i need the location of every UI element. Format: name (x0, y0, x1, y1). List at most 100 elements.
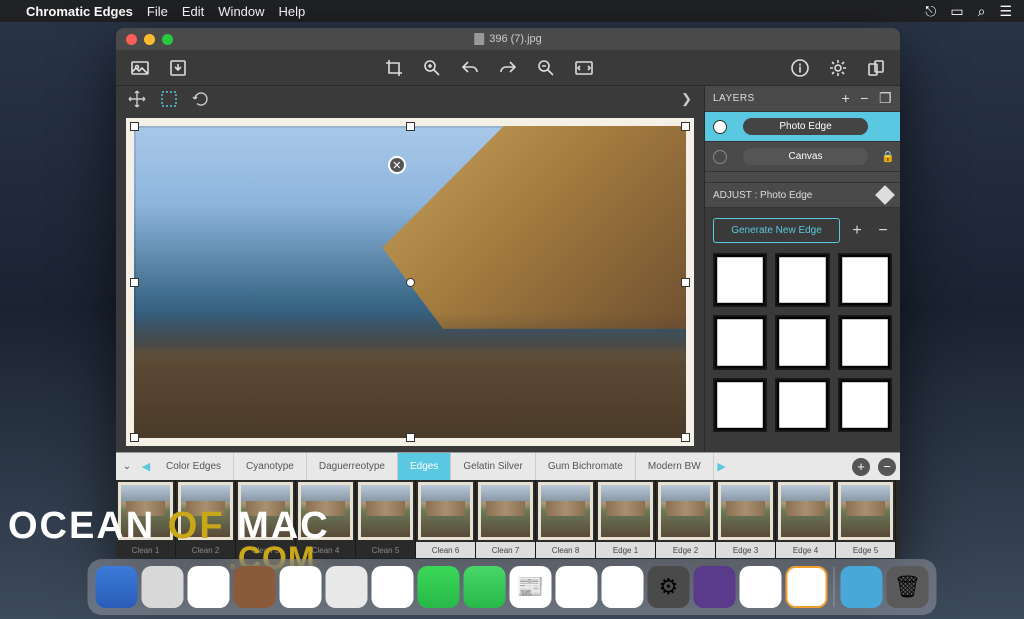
dock-home-icon[interactable] (602, 566, 644, 608)
search-icon[interactable]: ⌕ (978, 3, 986, 20)
edge-preset[interactable] (775, 315, 829, 369)
filter-tab-active[interactable]: Edges (398, 453, 451, 480)
dock-app-icon[interactable] (694, 566, 736, 608)
add-layer-icon[interactable]: + (842, 90, 851, 107)
delete-selection-icon[interactable]: ✕ (388, 156, 406, 174)
dock-settings-icon[interactable]: ⚙ (648, 566, 690, 608)
filter-tab[interactable]: Daguerreotype (307, 453, 398, 480)
dock-news-icon[interactable]: 📰 (510, 566, 552, 608)
layer-row-photo-edge[interactable]: Photo Edge (705, 112, 900, 142)
preset-thumbnail[interactable]: Edge 2 (656, 480, 716, 558)
preset-thumbnail[interactable]: Clean 6 (416, 480, 476, 558)
status-icon[interactable]: ⎋ (925, 3, 936, 20)
fullscreen-window-button[interactable] (162, 34, 173, 45)
display-icon[interactable]: ▭ (950, 3, 963, 20)
edge-preset[interactable] (713, 315, 767, 369)
duplicate-layer-icon[interactable]: ❐ (879, 90, 892, 107)
edge-plus-icon[interactable]: + (848, 222, 866, 240)
resize-handle[interactable] (681, 122, 690, 131)
settings-icon[interactable] (828, 58, 848, 78)
resize-handle[interactable] (406, 433, 415, 442)
dock-trash-icon[interactable]: 🗑 (887, 566, 929, 608)
resize-handle[interactable] (130, 278, 139, 287)
edge-preset[interactable] (775, 253, 829, 307)
preset-thumbnail[interactable]: Edge 3 (716, 480, 776, 558)
edge-preset[interactable] (838, 253, 892, 307)
resize-handle[interactable] (681, 278, 690, 287)
center-handle[interactable] (406, 278, 415, 287)
layer-lock-icon[interactable]: 🔒 (876, 150, 900, 163)
resize-handle[interactable] (130, 433, 139, 442)
adjust-options-icon[interactable] (875, 185, 895, 205)
dock-siri-icon[interactable] (142, 566, 184, 608)
move-tool-icon[interactable] (128, 90, 146, 108)
layer-visibility-icon[interactable] (705, 150, 735, 164)
dock-reminders-icon[interactable] (326, 566, 368, 608)
edge-preset[interactable] (838, 378, 892, 432)
preset-thumbnail[interactable]: Clean 8 (536, 480, 596, 558)
window-titlebar[interactable]: 396 (7).jpg (116, 28, 900, 50)
preset-thumbnail[interactable]: Clean 5 (356, 480, 416, 558)
dock-app-icon[interactable] (740, 566, 782, 608)
dock-safari-icon[interactable] (372, 566, 414, 608)
dock-facetime-icon[interactable] (464, 566, 506, 608)
resize-handle[interactable] (406, 122, 415, 131)
undo-icon[interactable] (460, 58, 480, 78)
filter-tab[interactable]: Modern BW (636, 453, 714, 480)
close-window-button[interactable] (126, 34, 137, 45)
photo-preview[interactable]: ✕ (126, 118, 694, 446)
edge-preset[interactable] (713, 253, 767, 307)
fit-screen-icon[interactable] (574, 58, 594, 78)
menu-file[interactable]: File (147, 4, 168, 19)
layer-visibility-icon[interactable] (705, 120, 735, 134)
select-tool-icon[interactable] (160, 90, 178, 108)
dock-calendar-icon[interactable] (280, 566, 322, 608)
scroll-right-icon[interactable]: ▶ (714, 460, 730, 473)
preset-thumbnail[interactable]: Edge 1 (596, 480, 656, 558)
thumb-zoom-out-icon[interactable]: − (878, 458, 896, 476)
open-image-icon[interactable] (130, 58, 150, 78)
filter-tab[interactable]: Color Edges (154, 453, 234, 480)
panel-collapse-icon[interactable]: ❯ (681, 91, 692, 107)
edge-preset[interactable] (775, 378, 829, 432)
cards-icon[interactable] (866, 58, 886, 78)
generate-edge-button[interactable]: Generate New Edge (713, 218, 840, 243)
canvas-area[interactable]: ✕ (116, 112, 704, 452)
crop-icon[interactable] (384, 58, 404, 78)
remove-layer-icon[interactable]: − (860, 90, 869, 107)
filter-tab[interactable]: Cyanotype (234, 453, 307, 480)
info-icon[interactable] (790, 58, 810, 78)
thumb-zoom-in-icon[interactable]: + (852, 458, 870, 476)
preset-thumbnail[interactable]: Edge 5 (836, 480, 896, 558)
filter-tab[interactable]: Gelatin Silver (451, 453, 535, 480)
category-dropdown-icon[interactable]: ⌄ (116, 461, 138, 472)
edge-preset[interactable] (838, 315, 892, 369)
dock-messages-icon[interactable] (418, 566, 460, 608)
dock-app-icon[interactable] (188, 566, 230, 608)
dock-contacts-icon[interactable] (234, 566, 276, 608)
zoom-in-icon[interactable] (422, 58, 442, 78)
menu-edit[interactable]: Edit (182, 4, 204, 19)
zoom-out-icon[interactable] (536, 58, 556, 78)
redo-icon[interactable] (498, 58, 518, 78)
layer-row-canvas[interactable]: Canvas 🔒 (705, 142, 900, 172)
preset-thumbnail[interactable]: Edge 4 (776, 480, 836, 558)
dock-appstore-icon[interactable] (556, 566, 598, 608)
resize-handle[interactable] (681, 433, 690, 442)
edge-minus-icon[interactable]: − (874, 222, 892, 240)
preset-thumbnail[interactable]: Clean 7 (476, 480, 536, 558)
dock-chromatic-edges-icon[interactable] (786, 566, 828, 608)
dock-finder-icon[interactable] (96, 566, 138, 608)
rotate-tool-icon[interactable] (192, 90, 210, 108)
menu-icon[interactable]: ☰ (999, 3, 1012, 20)
save-image-icon[interactable] (168, 58, 188, 78)
dock-downloads-icon[interactable] (841, 566, 883, 608)
minimize-window-button[interactable] (144, 34, 155, 45)
edge-preset[interactable] (713, 378, 767, 432)
menu-help[interactable]: Help (279, 4, 306, 19)
scroll-left-icon[interactable]: ◀ (138, 460, 154, 473)
filter-tab[interactable]: Gum Bichromate (536, 453, 636, 480)
app-name[interactable]: Chromatic Edges (26, 4, 133, 19)
resize-handle[interactable] (130, 122, 139, 131)
menu-window[interactable]: Window (218, 4, 264, 19)
